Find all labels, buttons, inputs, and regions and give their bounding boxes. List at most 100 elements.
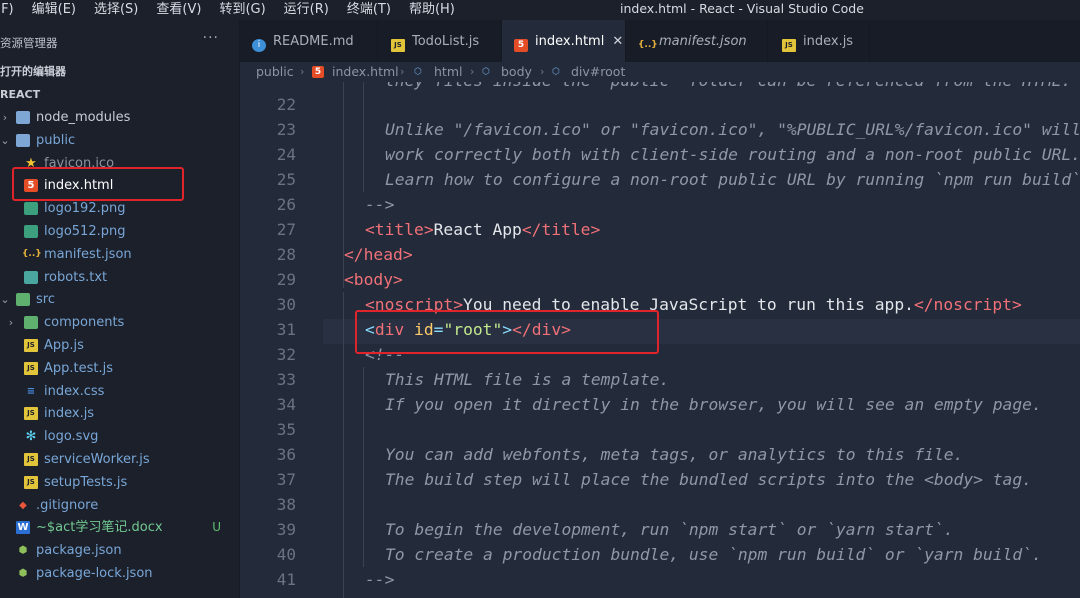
close-icon[interactable]: ✕	[612, 34, 623, 49]
tree-item-robots[interactable]: robots.txt	[0, 266, 239, 289]
code-line: they files inside the `public` folder ca…	[385, 82, 1071, 93]
open-editors-section[interactable]: 打开的编辑器	[0, 61, 239, 83]
line-number: 37	[276, 470, 296, 489]
line-number: 31	[276, 320, 296, 339]
menu-help[interactable]: 帮助(H)	[401, 0, 465, 20]
code-line: -->	[365, 570, 395, 589]
tab-readme[interactable]: i README.md	[240, 20, 378, 62]
tree-item-manifest[interactable]: {..} manifest.json	[0, 243, 239, 266]
chevron-down-icon: ⌄	[0, 293, 10, 307]
line-number: 23	[276, 120, 296, 139]
cube-icon: ⬡	[482, 67, 490, 77]
menu-file[interactable]: (F)	[0, 0, 24, 20]
menu-terminal[interactable]: 终端(T)	[339, 0, 401, 20]
tree-item-label: index.css	[44, 383, 105, 399]
line-number: 36	[276, 445, 296, 464]
js-icon: JS	[24, 453, 38, 466]
breadcrumb-item[interactable]: index.html	[332, 62, 399, 82]
menu-view[interactable]: 查看(V)	[148, 0, 211, 20]
chevron-right-icon: ›	[8, 316, 14, 330]
js-icon: JS	[24, 475, 38, 489]
tree-item-app-js[interactable]: JS App.js	[0, 334, 239, 357]
code-line: -->	[365, 195, 395, 214]
tree-item-app-test-js[interactable]: JS App.test.js	[0, 357, 239, 380]
more-actions-icon[interactable]: ···	[203, 30, 219, 46]
project-section[interactable]: REACT	[0, 84, 239, 106]
tree-item-docx[interactable]: W ~$act学习笔记.docx U	[0, 516, 239, 539]
tree-item-logo512[interactable]: logo512.png	[0, 220, 239, 243]
json-icon: {..}	[22, 248, 42, 259]
text-file-icon	[24, 270, 38, 284]
tab-todolist[interactable]: JS TodoList.js	[378, 20, 502, 62]
tree-item-package-lock[interactable]: ⬢ package-lock.json	[0, 562, 239, 585]
cube-icon: ⬡	[552, 67, 560, 77]
tree-item-serviceworker[interactable]: JS serviceWorker.js	[0, 448, 239, 471]
code-line: Unlike "/favicon.ico" or "favicon.ico", …	[385, 120, 1080, 139]
tree-item-components[interactable]: › components	[0, 311, 239, 334]
tree-item-setuptests[interactable]: JS setupTests.js	[0, 471, 239, 494]
breadcrumb-item[interactable]: body	[501, 62, 532, 82]
breadcrumb-item[interactable]: public	[256, 62, 294, 82]
tab-manifest[interactable]: {..}manifest.json	[626, 20, 768, 62]
line-number: 25	[276, 170, 296, 189]
code-line: If you open it directly in the browser, …	[385, 395, 1042, 414]
chevron-right-icon: ›	[2, 111, 8, 124]
window-title: index.html - React - Visual Studio Code	[620, 1, 864, 16]
menu-selection[interactable]: 选择(S)	[86, 0, 148, 20]
line-number: 41	[276, 570, 296, 589]
folder-open-icon	[16, 293, 30, 307]
breadcrumb-item[interactable]: div#root	[571, 62, 625, 82]
js-icon: JS	[782, 39, 796, 52]
image-icon	[24, 225, 38, 238]
tree-item-label: logo.svg	[44, 429, 99, 445]
code-line: <title>React App</title>	[365, 217, 600, 242]
tree-item-src[interactable]: ⌄ src	[0, 288, 239, 311]
js-icon: JS	[24, 407, 38, 421]
tree-item-node-modules[interactable]: › node_modules	[0, 106, 239, 129]
line-number-gutter: 22 23 24 25 26 27 28 29 30 31 32 33 34 3…	[240, 82, 322, 598]
chevron-down-icon: ⌄	[0, 133, 10, 147]
tree-item-label: src	[36, 292, 55, 308]
tree-item-label: .gitignore	[36, 497, 99, 513]
code-line: This HTML file is a template.	[385, 370, 670, 389]
tree-item-index-js[interactable]: JS index.js	[0, 402, 239, 425]
js-icon: JS	[24, 339, 38, 352]
tab-index-js[interactable]: JS index.js	[768, 20, 870, 62]
code-line: </head>	[344, 245, 413, 264]
tree-item-index-css[interactable]: ≡ index.css	[0, 380, 239, 403]
react-icon: ✻	[25, 429, 37, 445]
folder-icon	[24, 316, 38, 330]
breadcrumb-item[interactable]: html	[434, 62, 462, 82]
tree-item-gitignore[interactable]: ◆ .gitignore	[0, 494, 239, 517]
tree-item-label: ~$act学习笔记.docx	[36, 520, 163, 536]
json-icon: {..}	[638, 40, 658, 50]
folder-icon	[16, 111, 30, 124]
js-icon: JS	[391, 39, 405, 52]
css-icon: ≡	[26, 385, 36, 397]
tree-item-logo-svg[interactable]: ✻ logo.svg	[0, 425, 239, 448]
menu-run[interactable]: 运行(R)	[276, 0, 339, 20]
tab-index-html[interactable]: 5 index.html ✕	[502, 20, 626, 62]
line-number: 38	[276, 495, 296, 514]
highlight-box-div-root	[355, 310, 659, 354]
chevron-right-icon: ›	[540, 65, 545, 78]
menu-edit[interactable]: 编辑(E)	[24, 0, 86, 20]
code-editor[interactable]: 22 23 24 25 26 27 28 29 30 31 32 33 34 3…	[240, 82, 1080, 598]
line-number: 28	[276, 245, 296, 264]
menu-go[interactable]: 转到(G)	[211, 0, 275, 20]
indent-guide	[363, 82, 364, 192]
info-icon: i	[252, 39, 266, 52]
tree-item-package-json[interactable]: ⬢ package.json	[0, 539, 239, 562]
tree-item-label: components	[44, 315, 125, 331]
tree-item-public[interactable]: ⌄ public	[0, 129, 239, 152]
tree-item-label: logo512.png	[44, 224, 126, 239]
line-number: 32	[276, 345, 296, 364]
code-area[interactable]: they files inside the `public` folder ca…	[323, 82, 1080, 598]
tree-item-label: index.js	[44, 406, 95, 422]
tree-item-label: setupTests.js	[44, 474, 128, 490]
line-number: 27	[276, 220, 296, 239]
code-line: To create a production bundle, use `npm …	[385, 545, 1042, 564]
line-number: 34	[276, 395, 296, 414]
git-icon: ◆	[19, 499, 27, 511]
word-icon: W	[16, 521, 30, 535]
